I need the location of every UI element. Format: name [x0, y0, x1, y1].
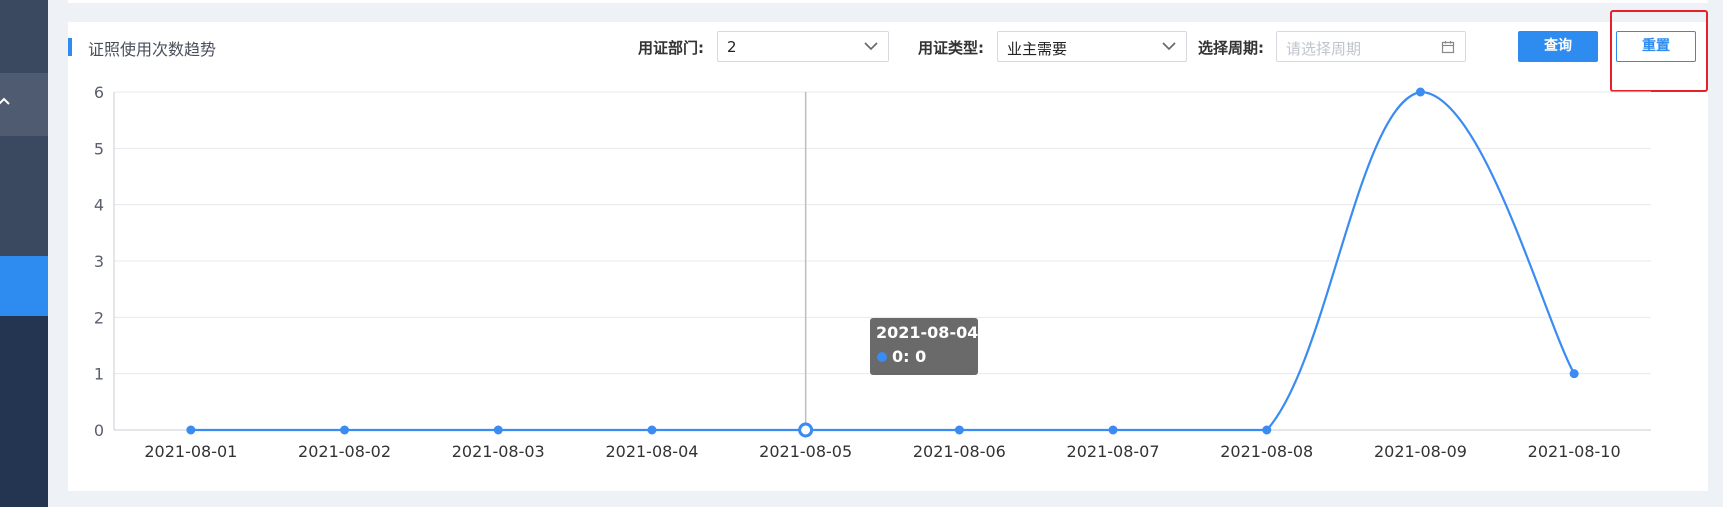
x-tick-label: 2021-08-09 — [1374, 442, 1467, 461]
data-point — [1108, 425, 1118, 435]
x-tick-label: 2021-08-08 — [1220, 442, 1313, 461]
sidebar — [0, 0, 48, 507]
data-point — [954, 425, 964, 435]
y-tick-label: 5 — [94, 139, 104, 158]
data-point — [340, 425, 350, 435]
y-tick-label: 0 — [94, 421, 104, 440]
data-point — [1569, 369, 1579, 379]
data-point — [186, 425, 196, 435]
tooltip-date: 2021-08-04 — [876, 323, 979, 342]
data-point-hover — [798, 422, 814, 438]
y-tick-label: 3 — [94, 252, 104, 271]
sidebar-item[interactable] — [0, 136, 48, 256]
data-point — [1415, 87, 1425, 97]
x-tick-label: 2021-08-04 — [605, 442, 698, 461]
y-tick-label: 6 — [94, 83, 104, 102]
top-card-edge — [68, 0, 1708, 3]
series-marker-icon — [877, 352, 887, 362]
data-point — [493, 425, 503, 435]
x-tick-label: 2021-08-07 — [1067, 442, 1160, 461]
sidebar-item[interactable] — [0, 316, 48, 507]
y-tick-label: 1 — [94, 365, 104, 384]
trend-panel: 证照使用次数趋势 用证部门: 2 用证类型: 业主需要 选择周期: 请选择周期 … — [68, 10, 1708, 491]
x-tick-label: 2021-08-02 — [298, 442, 391, 461]
x-tick-label: 2021-08-10 — [1528, 442, 1621, 461]
x-tick-label: 2021-08-05 — [759, 442, 852, 461]
data-point — [647, 425, 657, 435]
chart-tooltip: 2021-08-04 0: 0 — [870, 318, 978, 375]
sidebar-item[interactable] — [0, 0, 48, 73]
tooltip-value: 0: 0 — [892, 347, 927, 366]
sidebar-item-active[interactable] — [0, 256, 48, 316]
x-tick-label: 2021-08-06 — [913, 442, 1006, 461]
chevron-up-icon[interactable] — [0, 96, 10, 108]
x-tick-label: 2021-08-01 — [144, 442, 237, 461]
x-tick-label: 2021-08-03 — [452, 442, 545, 461]
y-tick-label: 2 — [94, 308, 104, 327]
data-point — [1262, 425, 1272, 435]
y-tick-label: 4 — [94, 196, 104, 215]
usage-trend-chart: 0 1 2 3 4 5 6 2021-08-01 2021-08-02 2021-08-03 202… — [94, 83, 1651, 461]
